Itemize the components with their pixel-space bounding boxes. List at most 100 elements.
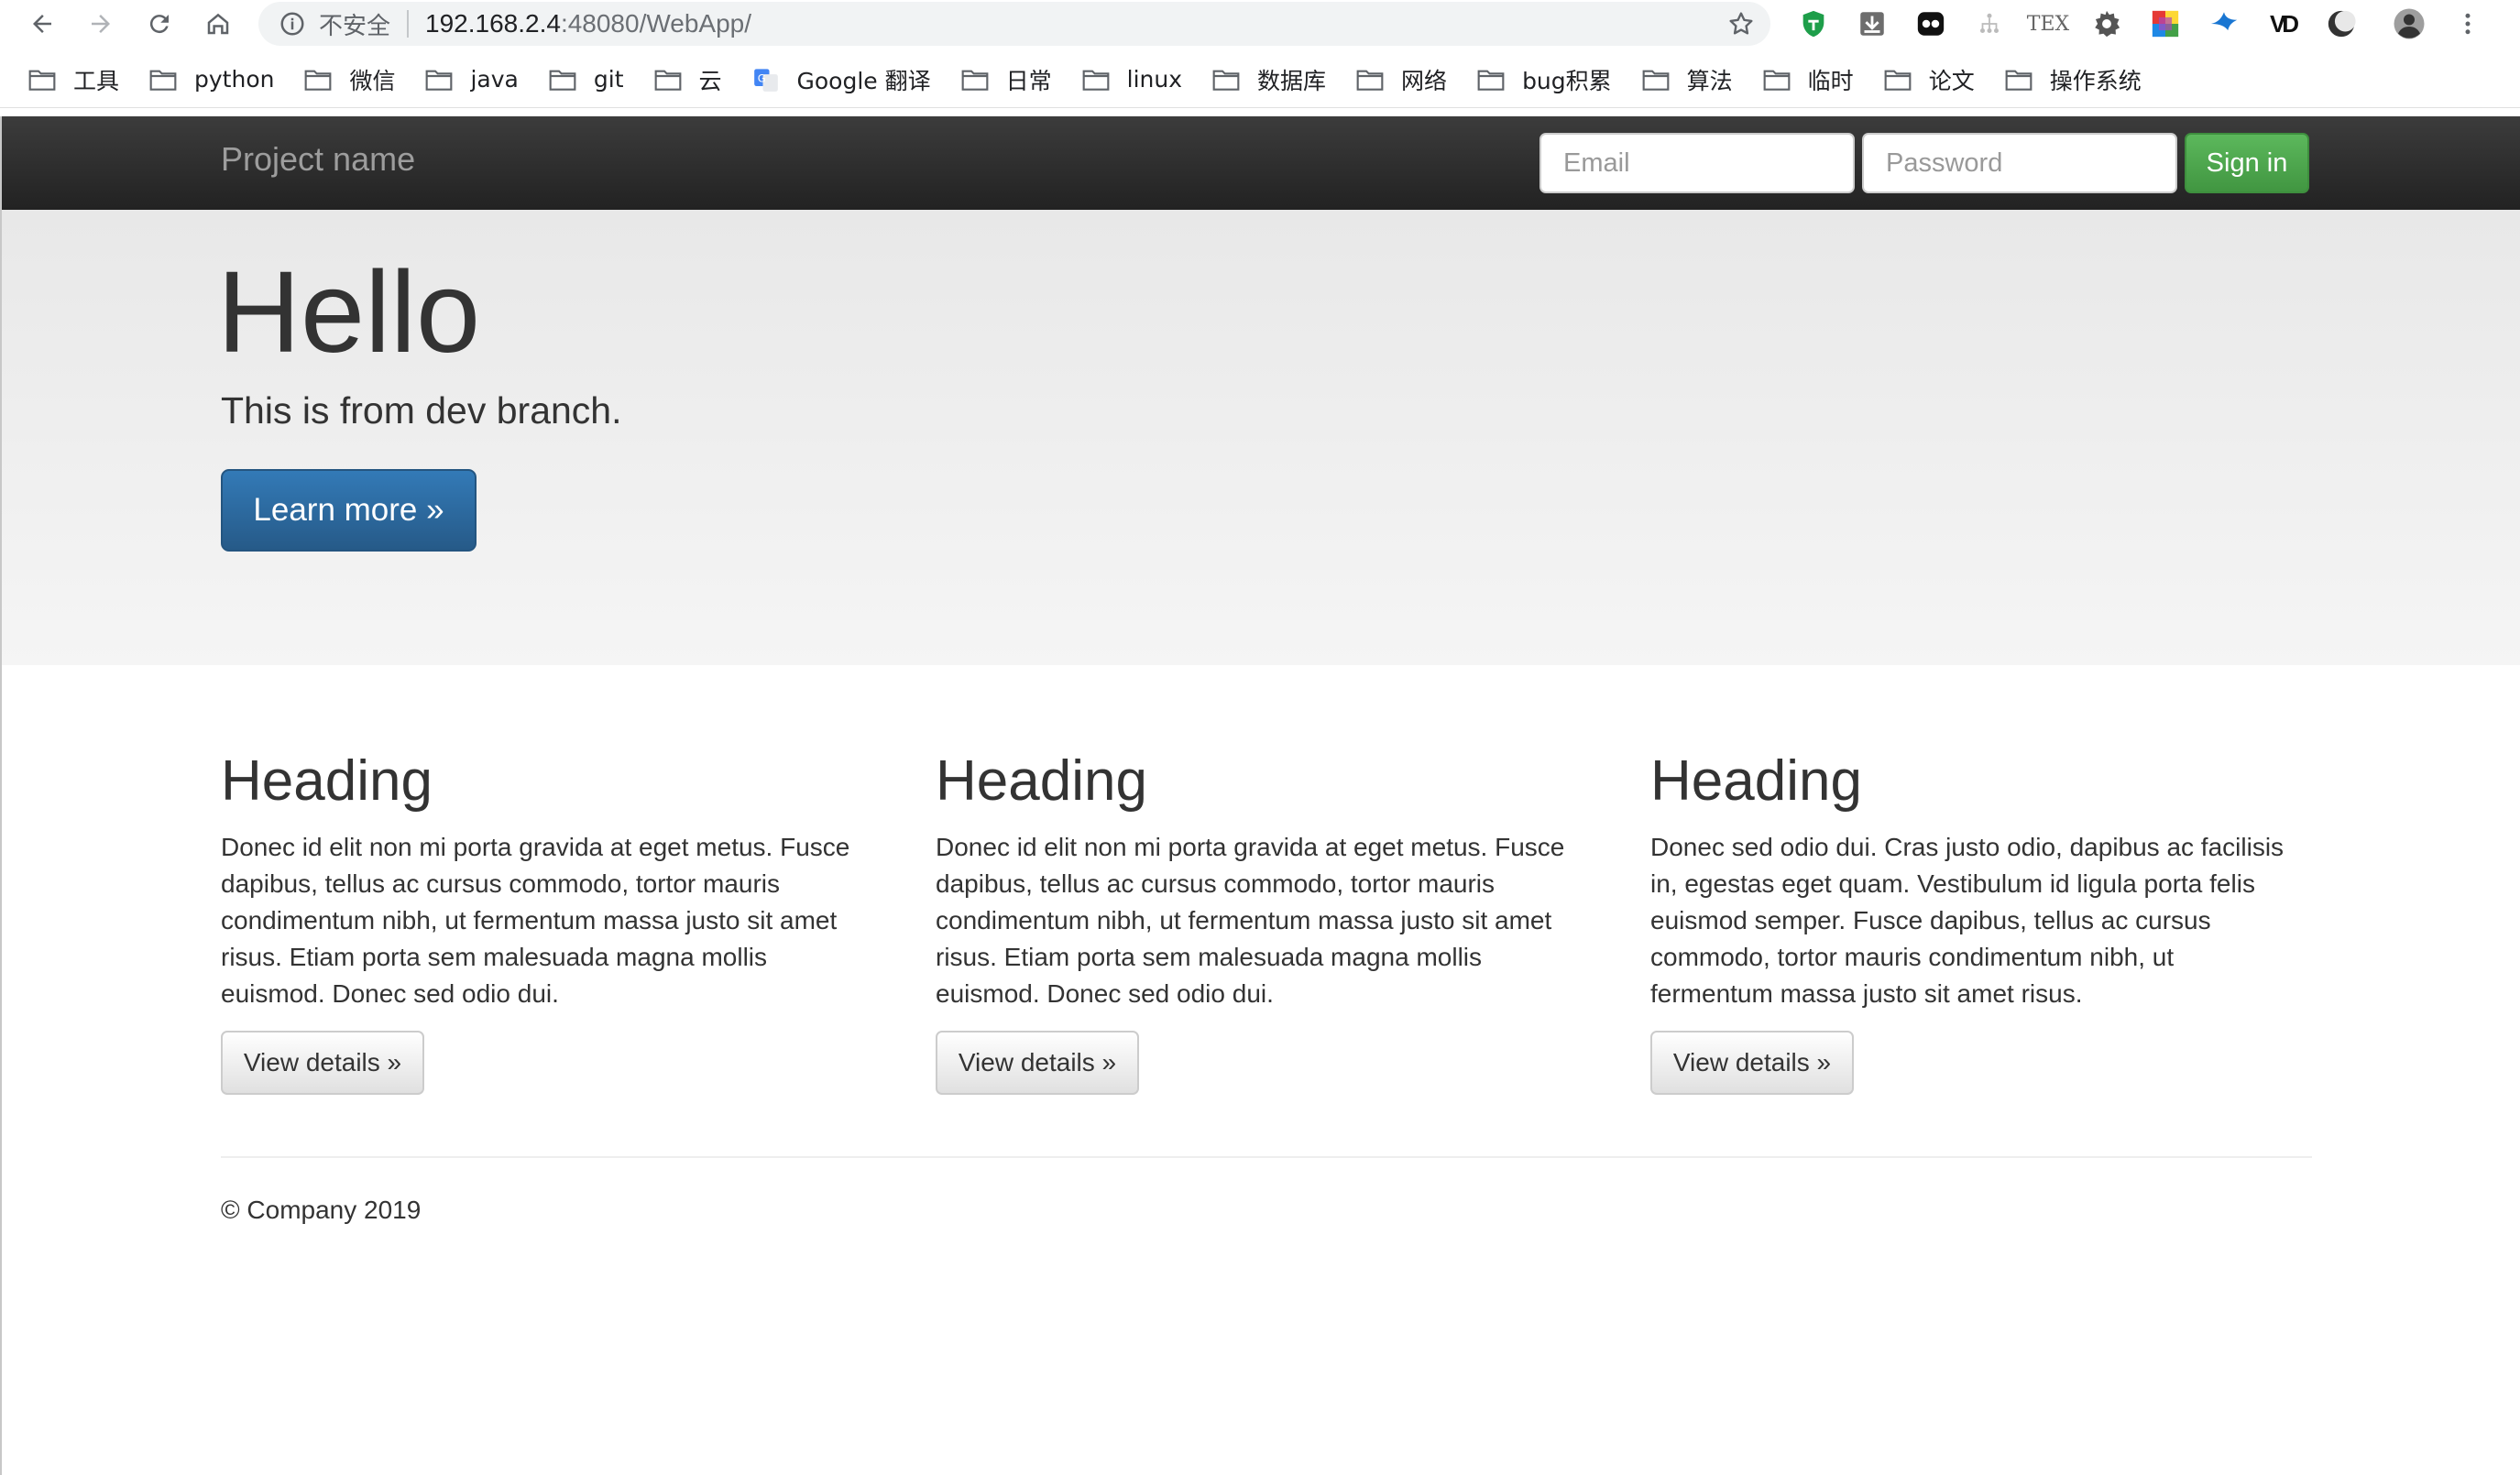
gear-extension-icon[interactable]	[2089, 6, 2124, 41]
folder-icon	[28, 70, 56, 91]
column-text: Donec id elit non mi porta gravida at eg…	[936, 833, 1565, 1009]
tree-extension-icon[interactable]	[1972, 6, 2007, 41]
security-label[interactable]: 不安全	[319, 7, 390, 41]
download-extension-icon[interactable]	[1855, 6, 1890, 41]
bookmark-label: 算法	[1686, 67, 1733, 94]
bookmark-label: 数据库	[1257, 67, 1327, 94]
folder-icon	[1884, 70, 1912, 91]
browser-toolbar: 不安全 192.168.2.4:48080/WebApp/ TEX VD	[0, 0, 2520, 48]
bookmark-label: linux	[1126, 66, 1183, 93]
window-left-edge	[0, 116, 2, 1475]
view-details-button[interactable]: View details »	[221, 1031, 424, 1095]
bookmark-label: Google 翻译	[796, 67, 931, 94]
color-grid-extension-icon[interactable]	[2148, 6, 2183, 41]
web-page: Project name Sign in Hello This is from …	[0, 116, 2520, 1475]
bookmark-item[interactable]: 临时	[1762, 63, 1854, 96]
column-heading: Heading	[221, 749, 433, 813]
folder-icon	[1763, 70, 1791, 91]
bookmark-label: 微信	[349, 67, 396, 94]
column-heading: Heading	[1650, 749, 1862, 813]
home-icon	[207, 13, 229, 35]
learn-more-button[interactable]: Learn more »	[221, 469, 477, 552]
arrow-left-icon	[33, 15, 51, 33]
navbar-brand[interactable]: Project name	[221, 140, 415, 179]
column-2: Heading Donec id elit non mi porta gravi…	[936, 749, 1586, 1095]
bookmark-item[interactable]: python	[148, 66, 274, 93]
dots-extension-icon[interactable]	[1913, 6, 1948, 41]
site-navbar: Project name Sign in	[0, 116, 2520, 211]
hero-text: This is from dev branch.	[221, 389, 622, 432]
column-heading: Heading	[936, 749, 1147, 813]
bookmark-item[interactable]: java	[424, 66, 519, 93]
bookmark-label: 工具	[73, 67, 120, 94]
folder-icon	[1082, 70, 1110, 91]
home-button[interactable]	[189, 0, 247, 48]
column-3: Heading Donec sed odio dui. Cras justo o…	[1650, 749, 2301, 1095]
folder-icon	[1642, 70, 1670, 91]
back-button[interactable]	[13, 0, 71, 48]
bookmark-item[interactable]: 工具	[27, 63, 119, 96]
moon-extension-icon[interactable]	[2324, 6, 2359, 41]
svg-text:G: G	[757, 71, 765, 84]
bookmark-item[interactable]: 云	[653, 63, 722, 96]
folder-icon	[549, 70, 576, 91]
vd-label: VD	[2269, 9, 2299, 38]
bookmark-item[interactable]: 日常	[960, 63, 1052, 96]
view-details-button[interactable]: View details »	[936, 1031, 1139, 1095]
bookmark-label: git	[593, 66, 624, 93]
extensions-row: TEX VD	[1796, 5, 2509, 42]
bookmark-item[interactable]: 论文	[1883, 63, 1975, 96]
bookmark-item[interactable]: linux	[1081, 66, 1182, 93]
footer-copyright: © Company 2019	[221, 1196, 422, 1224]
tex-extension-icon[interactable]: TEX	[2027, 6, 2069, 41]
folder-icon	[654, 70, 681, 91]
omnibox-divider	[407, 10, 410, 38]
column-text: Donec sed odio dui. Cras justo odio, dap…	[1650, 833, 2284, 1009]
bookmark-label: 日常	[1005, 67, 1052, 94]
address-bar[interactable]: 不安全 192.168.2.4:48080/WebApp/	[258, 2, 1770, 46]
folder-icon	[1477, 70, 1505, 91]
folder-icon	[149, 70, 177, 91]
folder-icon	[426, 70, 453, 91]
bookmark-item[interactable]: G Google 翻译	[751, 63, 931, 96]
bookmark-label: java	[470, 66, 519, 93]
jumbotron: Hello This is from dev branch. Learn mor…	[0, 210, 2520, 665]
bookmark-item[interactable]: 网络	[1355, 63, 1447, 96]
email-field[interactable]	[1539, 133, 1855, 193]
forward-button[interactable]	[71, 0, 130, 48]
info-icon[interactable]	[279, 10, 306, 38]
reload-icon	[149, 15, 169, 34]
bookmark-item[interactable]: bug积累	[1476, 63, 1612, 96]
bookmark-item[interactable]: 算法	[1641, 63, 1733, 96]
kebab-menu-icon[interactable]	[2450, 6, 2485, 41]
folder-icon	[1212, 70, 1240, 91]
bird-extension-icon[interactable]	[2207, 6, 2241, 41]
bookmark-item[interactable]: 微信	[303, 63, 395, 96]
column-text: Donec id elit non mi porta gravida at eg…	[221, 833, 850, 1009]
bookmark-label: 临时	[1807, 67, 1854, 94]
tex-label: TEX	[2026, 12, 2070, 36]
google-translate-icon: G	[753, 68, 778, 92]
bookmark-label: 论文	[1928, 67, 1975, 94]
bookmark-star-icon[interactable]	[1726, 9, 1756, 38]
url-path[interactable]: :48080/WebApp/	[561, 9, 751, 38]
reload-button[interactable]	[130, 0, 189, 48]
bookmark-item[interactable]: 操作系统	[2004, 63, 2142, 96]
bookmark-label: 网络	[1401, 67, 1448, 94]
profile-avatar-icon[interactable]	[2392, 6, 2427, 41]
bookmark-item[interactable]: git	[548, 66, 624, 93]
bookmark-label: bug积累	[1522, 67, 1612, 94]
bookmark-item[interactable]: 数据库	[1211, 63, 1326, 96]
sign-in-button[interactable]: Sign in	[2185, 133, 2309, 193]
folder-icon	[961, 70, 989, 91]
vd-extension-icon[interactable]: VD	[2265, 6, 2300, 41]
footer-divider	[221, 1156, 2312, 1158]
folder-icon	[2005, 70, 2032, 91]
shield-extension-icon[interactable]	[1796, 6, 1831, 41]
folder-icon	[1356, 70, 1384, 91]
url-host[interactable]: 192.168.2.4	[425, 9, 561, 38]
view-details-button[interactable]: View details »	[1650, 1031, 1854, 1095]
password-field[interactable]	[1862, 133, 2177, 193]
bookmarks-bar: 工具 python 微信 java git 云 G Google 翻译 日常 linux 数据库 网络…	[0, 51, 2520, 108]
bookmark-label: 云	[698, 67, 722, 94]
